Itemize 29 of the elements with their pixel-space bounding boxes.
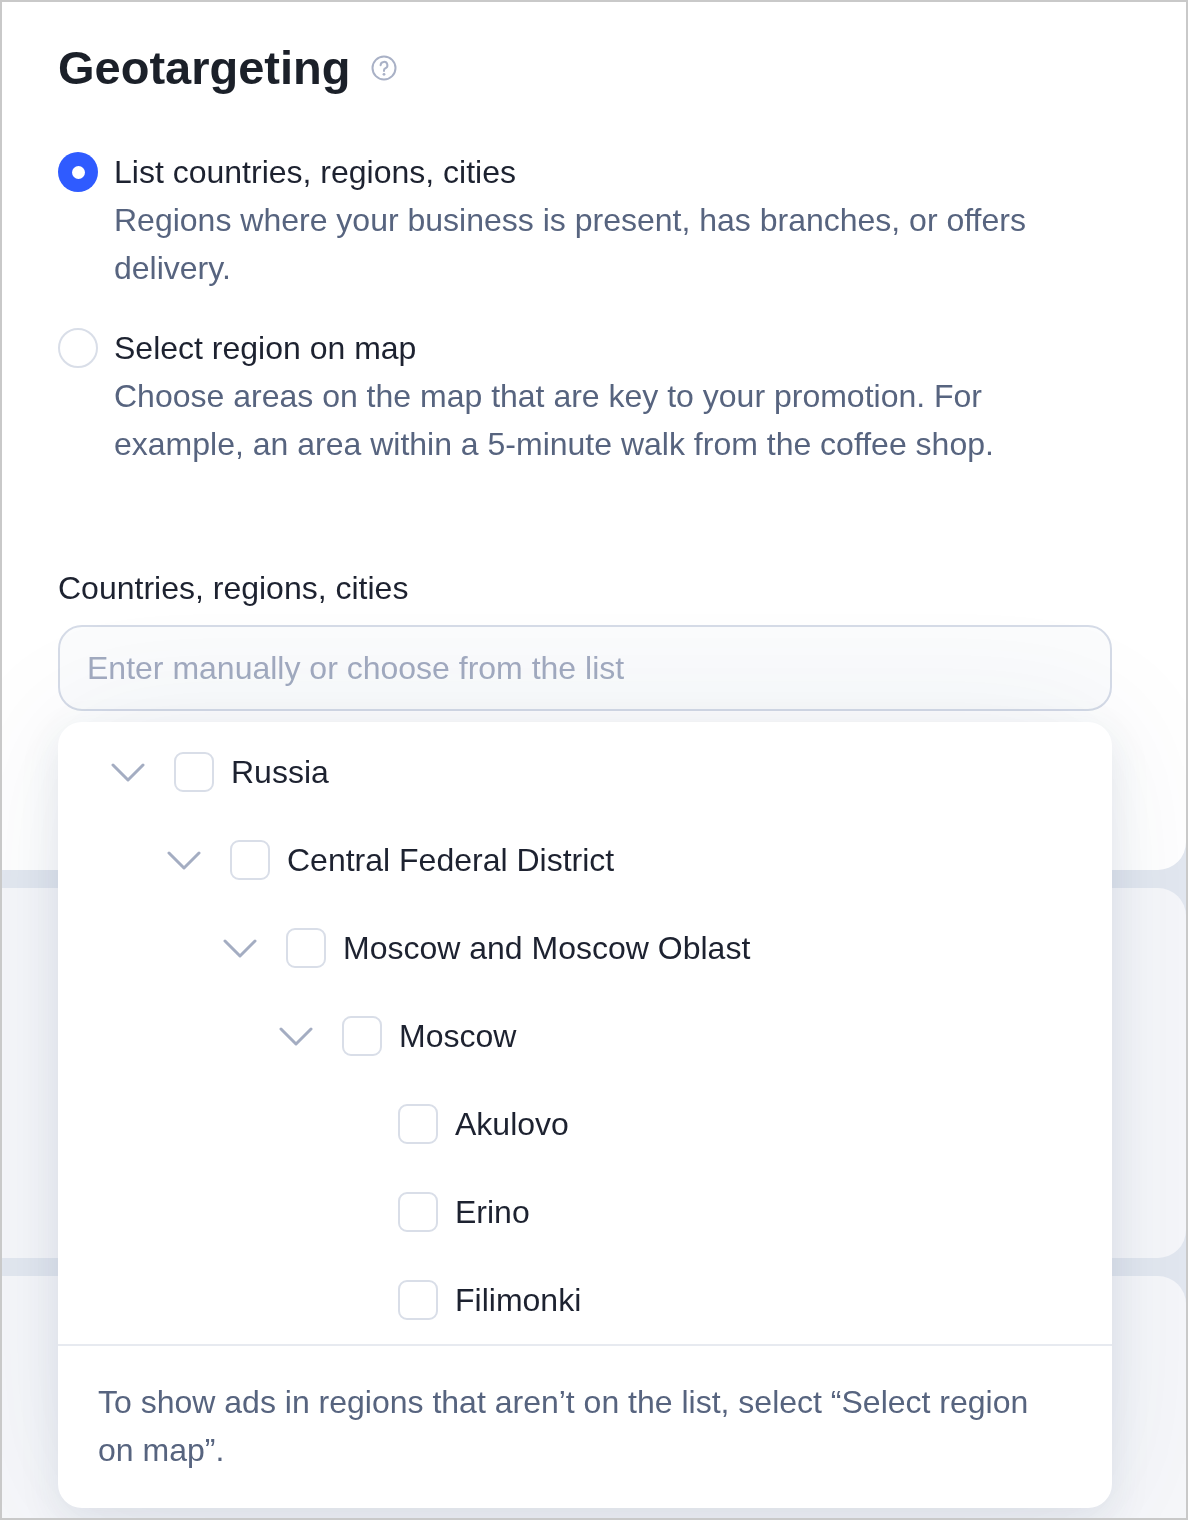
hint-text: To show ads in regions that aren’t on the list, select “Select region on map”. [98, 1383, 1030, 1470]
checkbox[interactable] [230, 840, 270, 880]
option-description: Regions where your business is present, has branches, or offers delivery. [114, 201, 1027, 288]
checkbox[interactable] [398, 1280, 438, 1320]
region-name: Central Federal District [287, 841, 615, 880]
region-name: Erino [455, 1193, 530, 1232]
option-label: List countries, regions, cities [114, 153, 516, 192]
chevron-down-icon[interactable] [167, 850, 201, 870]
checkbox[interactable] [286, 928, 326, 968]
radio-button[interactable] [58, 152, 98, 192]
chevron-down-icon[interactable] [111, 762, 145, 782]
radio-button[interactable] [58, 328, 98, 368]
region-name: Filimonki [455, 1281, 582, 1320]
region-input-field[interactable]: Enter manually or choose from the list [58, 625, 1112, 711]
checkbox[interactable] [174, 752, 214, 792]
field-label: Countries, regions, cities [58, 569, 410, 608]
checkbox[interactable] [342, 1016, 382, 1056]
option-label: Select region on map [114, 329, 417, 368]
region-name: Moscow [399, 1017, 517, 1056]
help-icon[interactable] [371, 55, 398, 81]
section-title: Geotargeting [58, 40, 351, 96]
checkbox[interactable] [398, 1192, 438, 1232]
chevron-down-icon[interactable] [279, 1026, 313, 1046]
region-name: Akulovo [455, 1105, 569, 1144]
checkbox[interactable] [398, 1104, 438, 1144]
chevron-down-icon[interactable] [223, 938, 257, 958]
region-name: Moscow and Moscow Oblast [343, 929, 751, 968]
option-description: Choose areas on the map that are key to your promotion. For example, an area within a 5-minute walk from the coffee shop. [114, 377, 995, 464]
region-name: Russia [231, 753, 329, 792]
